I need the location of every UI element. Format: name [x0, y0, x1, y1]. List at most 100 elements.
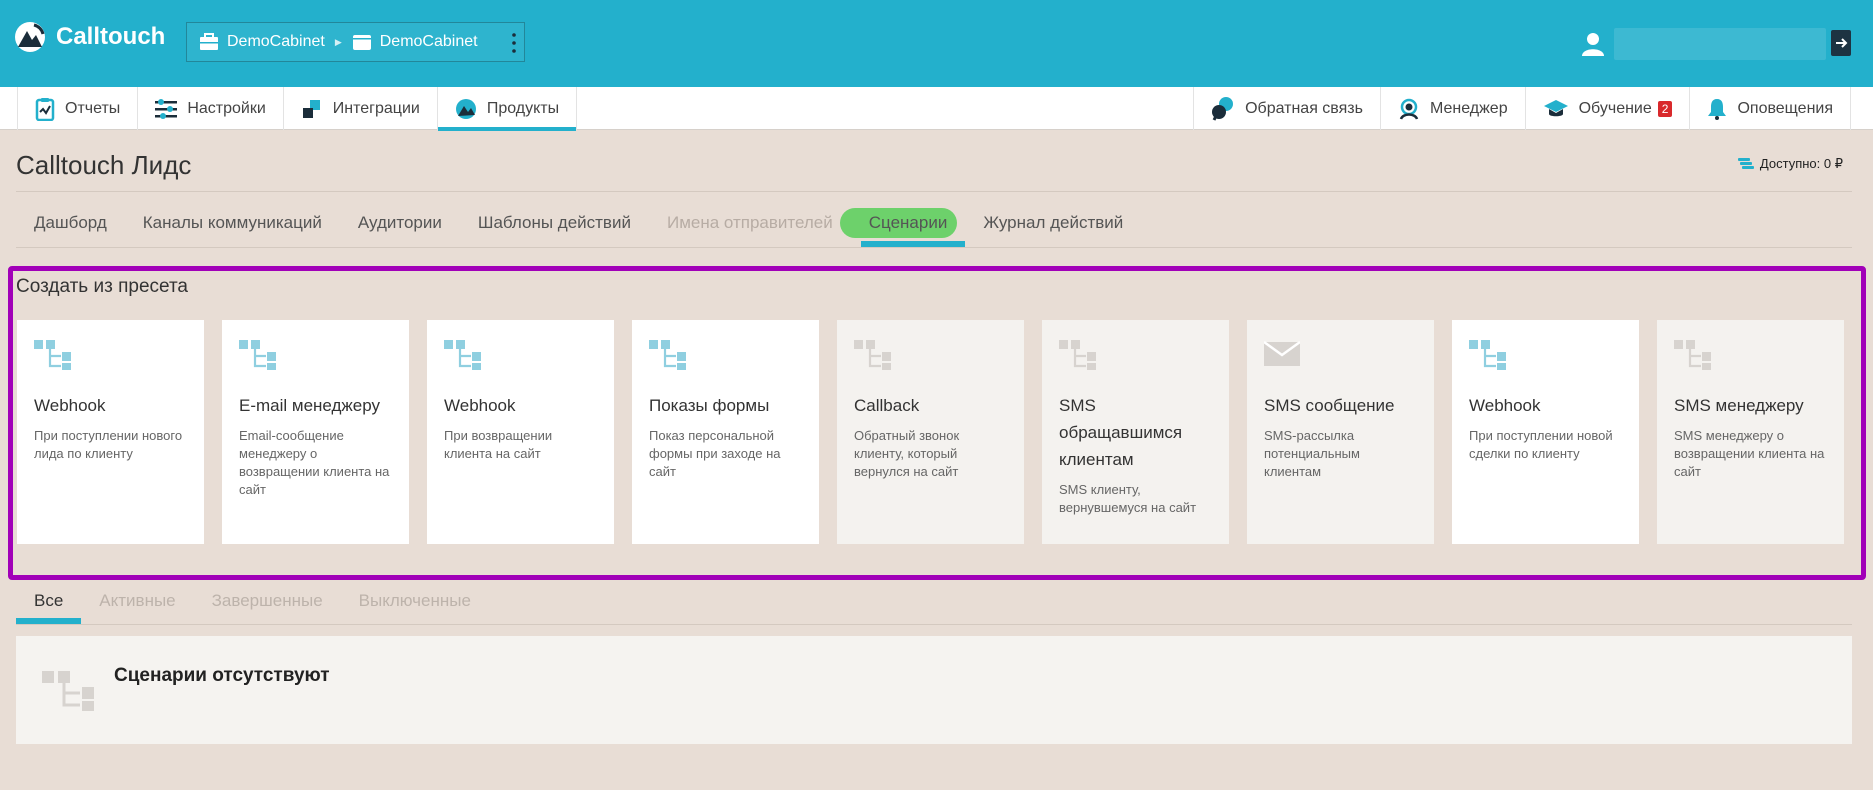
- preset-card[interactable]: Webhook При возвращении клиента на сайт: [427, 320, 614, 544]
- preset-card[interactable]: Webhook При поступлении нового лида по кл…: [17, 320, 204, 544]
- preset-card[interactable]: Webhook При поступлении новой сделки по к…: [1452, 320, 1639, 544]
- filter-finished[interactable]: Завершенные: [194, 578, 341, 624]
- product-subtabs: Дашборд Каналы коммуникаций Аудитории Ша…: [16, 199, 1141, 247]
- cabinet-switcher[interactable]: DemoCabinet ▶ DemoCabinet: [186, 22, 525, 62]
- balance-text: Доступно: 0 ₽: [1759, 156, 1843, 171]
- nav-settings[interactable]: Настройки: [137, 87, 282, 130]
- filter-all[interactable]: Все: [16, 578, 82, 624]
- nav-products[interactable]: Продукты: [436, 87, 578, 131]
- divider: [16, 624, 1852, 625]
- preset-card-description: Обратный звонок клиенту, который вернулс…: [854, 428, 960, 479]
- filter-disabled[interactable]: Выключенные: [341, 578, 489, 624]
- divider: [16, 191, 1852, 192]
- tab-action-templates-label: Шаблоны действий: [477, 213, 631, 232]
- browser-window-icon: [352, 35, 371, 50]
- integration-icon: [302, 99, 320, 118]
- bell-icon: [1708, 98, 1727, 120]
- scenario-icon: [649, 340, 802, 370]
- preset-card-title: SMS обращавшимся клиентам: [1059, 396, 1183, 469]
- nav-settings-label: Настройки: [187, 99, 266, 117]
- preset-card[interactable]: E-mail менеджеру Email-сообщение менеджер…: [222, 320, 409, 544]
- briefcase-icon: [200, 33, 218, 50]
- preset-section-title: Создать из пресета: [16, 276, 189, 297]
- preset-card-title: E-mail менеджеру: [239, 396, 381, 415]
- preset-card-description: При поступлении новой сделки по клиенту: [1469, 428, 1613, 461]
- preset-card-description: SMS-рассылка потенциальным клиентам: [1264, 428, 1360, 479]
- tab-sender-names-label: Имена отправителей: [666, 213, 833, 232]
- preset-card-title: Callback: [854, 396, 920, 415]
- preset-card-title: SMS менеджеру: [1674, 396, 1804, 415]
- products-icon: [455, 98, 476, 119]
- coins-icon: [1737, 158, 1754, 169]
- nav-feedback-label: Обратная связь: [1245, 99, 1363, 117]
- preset-card[interactable]: SMS обращавшимся клиентам SMS клиенту, ве…: [1042, 320, 1229, 544]
- top-bar: Calltouch DemoCabinet ▶ DemoCabinet: [0, 0, 1873, 87]
- filter-all-label: Все: [34, 591, 64, 610]
- kebab-menu-icon[interactable]: [512, 31, 516, 55]
- filter-finished-label: Завершенные: [211, 591, 323, 610]
- nav-training[interactable]: Обучение 2: [1524, 87, 1690, 130]
- logo[interactable]: Calltouch: [14, 21, 165, 53]
- balance: Доступно: 0 ₽: [1737, 156, 1843, 172]
- preset-card[interactable]: SMS менеджеру SMS менеджеру о возвращении…: [1657, 320, 1844, 544]
- preset-card-title: SMS сообщение: [1264, 396, 1395, 415]
- scenario-filter-tabs: Все Активные Завершенные Выключенные: [16, 578, 489, 624]
- nav-integrations-label: Интеграции: [332, 99, 420, 117]
- scenario-icon: [1059, 340, 1212, 370]
- tab-action-templates[interactable]: Шаблоны действий: [460, 199, 649, 247]
- cabinet-site-label: DemoCabinet: [379, 33, 478, 50]
- main-nav: Отчеты Настройки Интеграции Продукты Обр…: [0, 87, 1873, 131]
- user-area[interactable]: [1582, 28, 1826, 60]
- tab-channels[interactable]: Каналы коммуникаций: [125, 199, 340, 247]
- preset-card-title: Webhook: [34, 396, 106, 415]
- cabinet-site[interactable]: DemoCabinet: [352, 33, 478, 51]
- divider: [16, 247, 1852, 248]
- preset-card[interactable]: Показы формы Показ персональной формы при…: [632, 320, 819, 544]
- tab-action-log-label: Журнал действий: [983, 213, 1124, 232]
- nav-training-label: Обучение: [1578, 99, 1652, 117]
- preset-card-description: При поступлении нового лида по клиенту: [34, 428, 183, 461]
- report-icon: [35, 97, 55, 121]
- preset-card-description: SMS клиенту, вернувшемуся на сайт: [1059, 482, 1197, 515]
- envelope-icon: [1263, 340, 1417, 370]
- scenario-icon: [42, 671, 94, 711]
- scenario-icon: [1469, 340, 1622, 370]
- preset-card[interactable]: SMS сообщение SMS-рассылка потенциальным …: [1247, 320, 1434, 544]
- nav-notifications-label: Оповещения: [1737, 99, 1833, 117]
- empty-state-text: Сценарии отсутствуют: [114, 665, 330, 686]
- logo-text: Calltouch: [56, 23, 166, 50]
- nav-reports[interactable]: Отчеты: [17, 87, 137, 130]
- tab-audiences-label: Аудитории: [357, 213, 442, 232]
- filter-active[interactable]: Активные: [81, 578, 193, 624]
- tab-dashboard-label: Дашборд: [34, 213, 107, 232]
- preset-card-title: Webhook: [444, 396, 516, 415]
- scenario-icon: [1674, 340, 1827, 370]
- tab-scenarios-label: Сценарии: [868, 213, 948, 232]
- breadcrumb-arrow-icon: ▶: [334, 36, 342, 47]
- tab-action-log[interactable]: Журнал действий: [965, 199, 1141, 247]
- logout-button[interactable]: [1831, 30, 1851, 56]
- cabinet-org[interactable]: DemoCabinet: [199, 33, 325, 51]
- cabinet-org-label: DemoCabinet: [227, 33, 325, 50]
- user-icon: [1582, 33, 1604, 56]
- nav-integrations[interactable]: Интеграции: [282, 87, 437, 130]
- nav-notifications[interactable]: Оповещения: [1689, 87, 1851, 130]
- filter-disabled-label: Выключенные: [358, 591, 471, 610]
- scenario-icon: [34, 340, 187, 370]
- nav-manager[interactable]: Менеджер: [1379, 87, 1525, 130]
- tab-channels-label: Каналы коммуникаций: [142, 213, 322, 232]
- nav-feedback[interactable]: Обратная связь: [1193, 87, 1380, 130]
- scenario-icon: [444, 340, 597, 370]
- graduation-cap-icon: [1543, 99, 1568, 116]
- page-title: Calltouch Лидс: [16, 150, 192, 180]
- calltouch-logo-icon: [15, 22, 45, 52]
- preset-cards: Webhook При поступлении нового лида по кл…: [17, 320, 1844, 544]
- filter-active-label: Активные: [99, 591, 176, 610]
- tab-dashboard[interactable]: Дашборд: [16, 199, 125, 247]
- preset-card-description: Показ персональной формы при заходе на с…: [649, 428, 781, 479]
- feedback-icon: [1212, 96, 1234, 121]
- tab-scenarios[interactable]: Сценарии: [839, 199, 966, 247]
- preset-card[interactable]: Callback Обратный звонок клиенту, который…: [837, 320, 1024, 544]
- tab-audiences[interactable]: Аудитории: [340, 199, 460, 247]
- tab-sender-names: Имена отправителей: [649, 199, 851, 247]
